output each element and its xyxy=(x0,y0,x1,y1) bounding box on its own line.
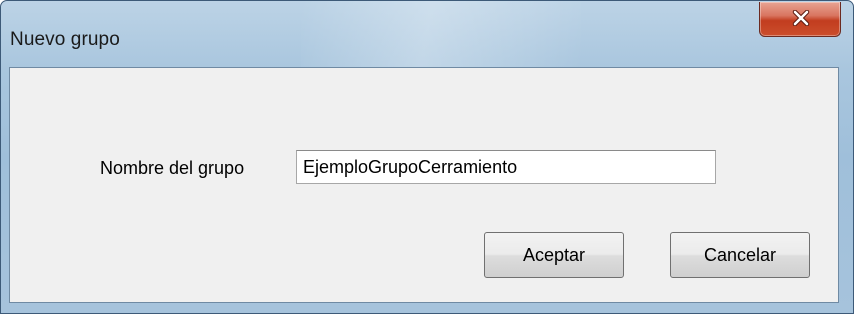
accept-button[interactable]: Aceptar xyxy=(484,232,624,278)
close-button[interactable] xyxy=(759,2,841,37)
window-title: Nuevo grupo xyxy=(10,29,120,50)
group-name-input[interactable] xyxy=(296,150,716,184)
title-bar[interactable]: Nuevo grupo xyxy=(1,1,853,65)
cancel-button[interactable]: Cancelar xyxy=(670,232,810,278)
group-name-label: Nombre del grupo xyxy=(100,158,245,178)
dialog-body: Nombre del grupo Aceptar Cancelar xyxy=(9,67,839,303)
close-x-icon xyxy=(792,10,810,26)
dialog-window: Nuevo grupo Nombre del grupo Aceptar Can… xyxy=(0,0,854,314)
